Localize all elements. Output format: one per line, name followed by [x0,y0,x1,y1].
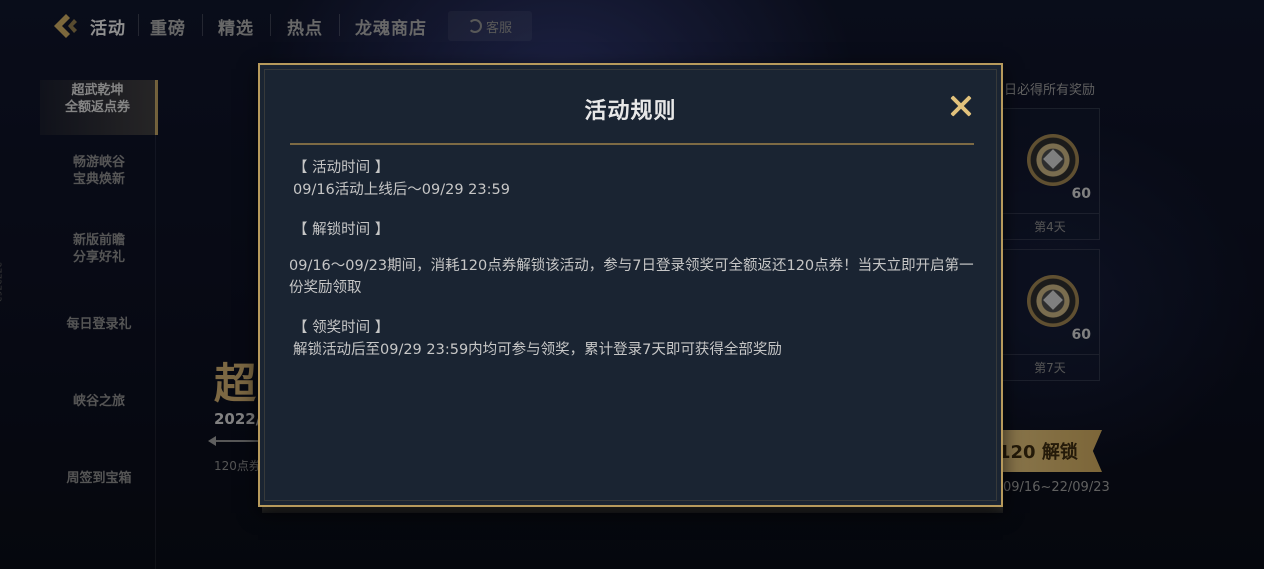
rules-body: 【 活动时间 】 09/16活动上线后～09/29 23:59 【 解锁时间 】… [289,157,979,379]
section-heading: 【 领奖时间 】 [293,320,390,336]
rules-section-activity-time: 【 活动时间 】 09/16活动上线后～09/29 23:59 [289,157,979,201]
section-heading: 【 解锁时间 】 [293,222,390,238]
section-text: 09/16活动上线后～09/29 23:59 [293,182,510,198]
title-divider [290,143,974,145]
close-icon[interactable] [946,91,976,121]
section-text: 解锁活动后至09/29 23:59内均可参与领奖，累计登录7天即可获得全部奖励 [293,342,782,358]
modal-title: 活动规则 [584,99,677,124]
rules-modal: 活动规则 【 活动时间 】 09/16活动上线后～09/29 23:59 【 解… [258,63,1003,507]
rules-section-unlock-time: 【 解锁时间 】 09/16～09/23期间，消耗120点券解锁该活动，参与7日… [289,219,979,299]
section-heading: 【 活动时间 】 [293,160,390,176]
section-text: 09/16～09/23期间，消耗120点券解锁该活动，参与7日登录领奖可全额返还… [289,258,974,296]
rules-section-claim-time: 【 领奖时间 】 解锁活动后至09/29 23:59内均可参与领奖，累计登录7天… [289,317,979,361]
